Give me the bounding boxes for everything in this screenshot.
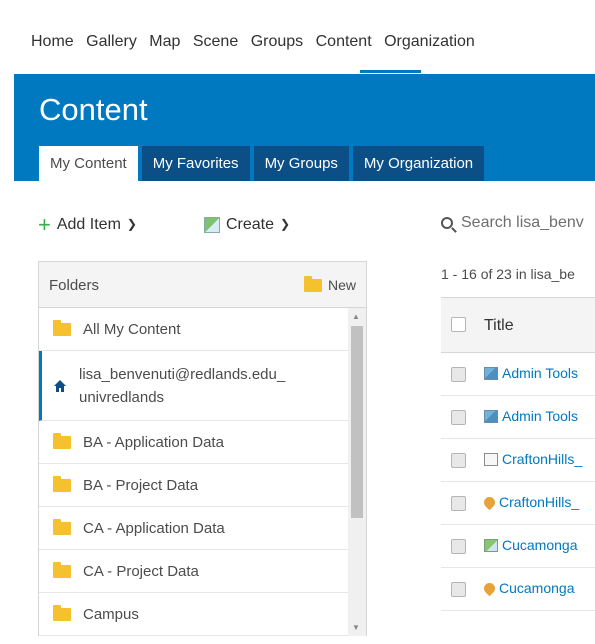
row-checkbox[interactable] xyxy=(451,410,466,425)
scroll-down-icon[interactable]: ▼ xyxy=(352,623,360,632)
folder-icon xyxy=(53,604,71,621)
item-title-link[interactable]: Admin Tools xyxy=(484,408,578,424)
folder-icon xyxy=(53,432,71,449)
nav-gallery[interactable]: Gallery xyxy=(86,33,137,50)
plus-icon: + xyxy=(38,212,51,237)
item-title: CraftonHills_ xyxy=(502,451,583,467)
nav-content[interactable]: Content xyxy=(316,33,372,50)
folder-item-ba-application-data[interactable]: BA - Application Data xyxy=(39,421,348,464)
folder-scrollbar[interactable]: ▲ ▼ xyxy=(348,308,366,636)
search-placeholder: Search lisa_benv xyxy=(461,214,584,231)
folder-list: All My Content lisa_benvenuti@redlands.e… xyxy=(39,308,348,636)
new-folder-button[interactable]: New xyxy=(303,275,356,293)
table-row: Cucamonga xyxy=(441,525,595,568)
tab-my-content[interactable]: My Content xyxy=(39,146,138,181)
nav-home[interactable]: Home xyxy=(31,33,74,50)
nav-scene[interactable]: Scene xyxy=(193,33,238,50)
item-title: Admin Tools xyxy=(502,408,579,424)
new-folder-icon xyxy=(303,275,322,292)
folder-label: CA - Application Data xyxy=(83,519,225,537)
add-item-label: Add Item xyxy=(56,216,121,233)
tab-my-organization[interactable]: My Organization xyxy=(352,146,485,181)
folder-icon xyxy=(53,518,71,535)
content-table: Title Admin Tools Admin Tools CraftonHil… xyxy=(441,297,595,611)
nav-organization[interactable]: Organization xyxy=(384,33,475,50)
tab-my-groups[interactable]: My Groups xyxy=(253,146,349,181)
nav-map[interactable]: Map xyxy=(149,33,180,50)
create-label: Create xyxy=(226,216,275,233)
table-row: Admin Tools xyxy=(441,396,595,439)
table-header: Title xyxy=(441,297,595,353)
item-title: Admin Tools xyxy=(502,365,579,381)
scene-icon xyxy=(484,538,498,552)
nav-groups[interactable]: Groups xyxy=(251,33,303,50)
folder-item-all-content[interactable]: All My Content xyxy=(39,308,348,351)
folder-label-line2: univredlands xyxy=(79,388,165,406)
table-row: Cucamonga xyxy=(441,568,595,611)
map-icon xyxy=(484,366,498,380)
search-icon xyxy=(441,217,453,229)
item-title-link[interactable]: Cucamonga xyxy=(484,537,578,553)
folder-item-ca-application-data[interactable]: CA - Application Data xyxy=(39,507,348,550)
table-row: Admin Tools xyxy=(441,353,595,396)
folder-label: BA - Project Data xyxy=(83,476,199,494)
page-title: Content xyxy=(39,92,148,127)
pin-icon xyxy=(481,580,498,596)
results-count: 1 - 16 of 23 in lisa_be xyxy=(441,266,575,282)
folder-label: CA - Project Data xyxy=(83,562,199,580)
item-title: CraftonHills_ xyxy=(499,494,580,510)
folder-item-ba-project-data[interactable]: BA - Project Data xyxy=(39,464,348,507)
folder-label: lisa_benvenuti@redlands.edu_ univredland… xyxy=(79,363,285,409)
create-button[interactable]: Create ❯ xyxy=(204,216,290,234)
home-icon xyxy=(54,379,66,392)
title-column-header[interactable]: Title xyxy=(484,317,514,335)
item-title: Cucamonga xyxy=(502,537,578,553)
folders-title: Folders xyxy=(49,277,100,294)
folder-open-icon xyxy=(53,319,71,336)
content-tabs: My Content My Favorites My Groups My Org… xyxy=(39,146,485,181)
tab-my-favorites[interactable]: My Favorites xyxy=(141,146,250,181)
folder-item-ca-project-data[interactable]: CA - Project Data xyxy=(39,550,348,593)
nav-links: Home Gallery Map Scene Groups Content Or… xyxy=(31,33,483,51)
folder-icon xyxy=(53,475,71,492)
folder-label: BA - Application Data xyxy=(83,433,224,451)
scroll-up-icon[interactable]: ▲ xyxy=(352,312,360,321)
table-row: CraftonHills_ xyxy=(441,439,595,482)
document-icon xyxy=(484,452,498,466)
add-item-button[interactable]: + Add Item ❯ xyxy=(38,212,137,237)
row-checkbox[interactable] xyxy=(451,539,466,554)
folder-label-line1: lisa_benvenuti@redlands.edu_ xyxy=(79,365,286,383)
folder-label: Campus xyxy=(83,605,139,623)
item-title-link[interactable]: CraftonHills_ xyxy=(484,451,582,467)
folders-header: Folders New xyxy=(39,262,366,308)
table-row: CraftonHills_ xyxy=(441,482,595,525)
row-checkbox[interactable] xyxy=(451,367,466,382)
row-checkbox[interactable] xyxy=(451,582,466,597)
row-checkbox[interactable] xyxy=(451,453,466,468)
item-title-link[interactable]: Cucamonga xyxy=(481,580,575,596)
folder-label: All My Content xyxy=(83,320,181,338)
folder-icon xyxy=(53,561,71,578)
nav-active-indicator xyxy=(360,70,421,73)
row-checkbox[interactable] xyxy=(451,496,466,511)
folder-item-campus[interactable]: Campus xyxy=(39,593,348,636)
select-all-checkbox[interactable] xyxy=(451,317,466,332)
search-input[interactable]: Search lisa_benv xyxy=(441,214,584,232)
top-navigation: Home Gallery Map Scene Groups Content Or… xyxy=(14,0,595,74)
content-banner: Content My Content My Favorites My Group… xyxy=(14,74,595,181)
chevron-down-icon: ❯ xyxy=(280,217,291,231)
item-title-link[interactable]: CraftonHills_ xyxy=(481,494,580,510)
folder-item-home[interactable]: lisa_benvenuti@redlands.edu_ univredland… xyxy=(39,351,348,421)
new-folder-label: New xyxy=(327,277,356,293)
pin-icon xyxy=(481,494,498,510)
folders-panel: Folders New All My Content lisa_benvenut… xyxy=(38,261,367,636)
map-icon xyxy=(484,409,498,423)
item-title: Cucamonga xyxy=(499,580,575,596)
item-title-link[interactable]: Admin Tools xyxy=(484,365,578,381)
chevron-down-icon: ❯ xyxy=(126,217,137,231)
create-icon xyxy=(204,217,220,233)
scrollbar-thumb[interactable] xyxy=(351,326,363,518)
